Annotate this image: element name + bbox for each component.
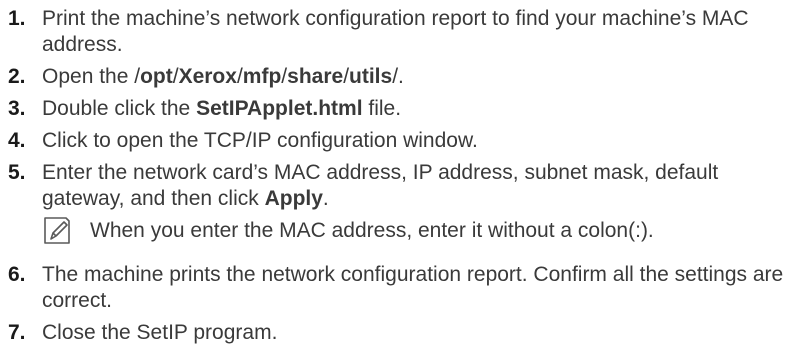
step-text-prefix: Open the / [42, 65, 141, 88]
path-segment-share: share [287, 65, 344, 88]
note-callout: When you enter the MAC address, enter it… [42, 217, 786, 252]
step-7: 7. Close the SetIP program. [0, 320, 786, 346]
steps-list: 1. Print the machine’s network configura… [0, 0, 786, 346]
step-text-prefix: Enter the network card’s MAC address, IP… [42, 161, 719, 210]
step-2: 2. Open the /opt/Xerox/mfp/share/utils/. [0, 64, 786, 90]
path-segment-mfp: mfp [242, 65, 282, 88]
step-text: Enter the network card’s MAC address, IP… [42, 160, 786, 212]
note-pencil-icon [44, 217, 70, 244]
step-number: 6. [8, 263, 26, 286]
instruction-document: 1. Print the machine’s network configura… [0, 0, 786, 352]
step-text-prefix: Double click the [42, 97, 197, 120]
step-text: Double click the SetIPApplet.html file. [42, 96, 786, 122]
file-name: SetIPApplet.html [196, 97, 363, 120]
step-text-suffix: file. [362, 97, 402, 120]
step-text: Close the SetIP program. [42, 321, 278, 344]
step-5: 5. Enter the network card’s MAC address,… [0, 160, 786, 212]
step-text: The machine prints the network configura… [42, 263, 784, 312]
step-text: Print the machine’s network configuratio… [42, 7, 749, 56]
step-4: 4. Click to open the TCP/IP configuratio… [0, 128, 786, 154]
step-text-suffix: . [322, 187, 329, 210]
step-number: 3. [8, 97, 26, 120]
step-text: Click to open the TCP/IP configuration w… [42, 129, 478, 152]
step-number: 5. [8, 161, 26, 184]
step-6: 6. The machine prints the network config… [0, 262, 786, 314]
apply-label: Apply [264, 187, 323, 210]
note-text: When you enter the MAC address, enter it… [90, 219, 654, 242]
step-3: 3. Double click the SetIPApplet.html fil… [0, 96, 786, 122]
step-number: 2. [8, 65, 26, 88]
step-number: 4. [8, 129, 26, 152]
path-segment-opt: opt [140, 65, 173, 88]
path-segment-xerox: Xerox [178, 65, 237, 88]
step-text: Open the /opt/Xerox/mfp/share/utils/. [42, 64, 786, 90]
step-1: 1. Print the machine’s network configura… [0, 6, 786, 58]
path-segment-utils: utils [349, 65, 393, 88]
step-number: 1. [8, 7, 26, 30]
path-terminator: /. [392, 65, 404, 88]
step-number: 7. [8, 321, 26, 344]
